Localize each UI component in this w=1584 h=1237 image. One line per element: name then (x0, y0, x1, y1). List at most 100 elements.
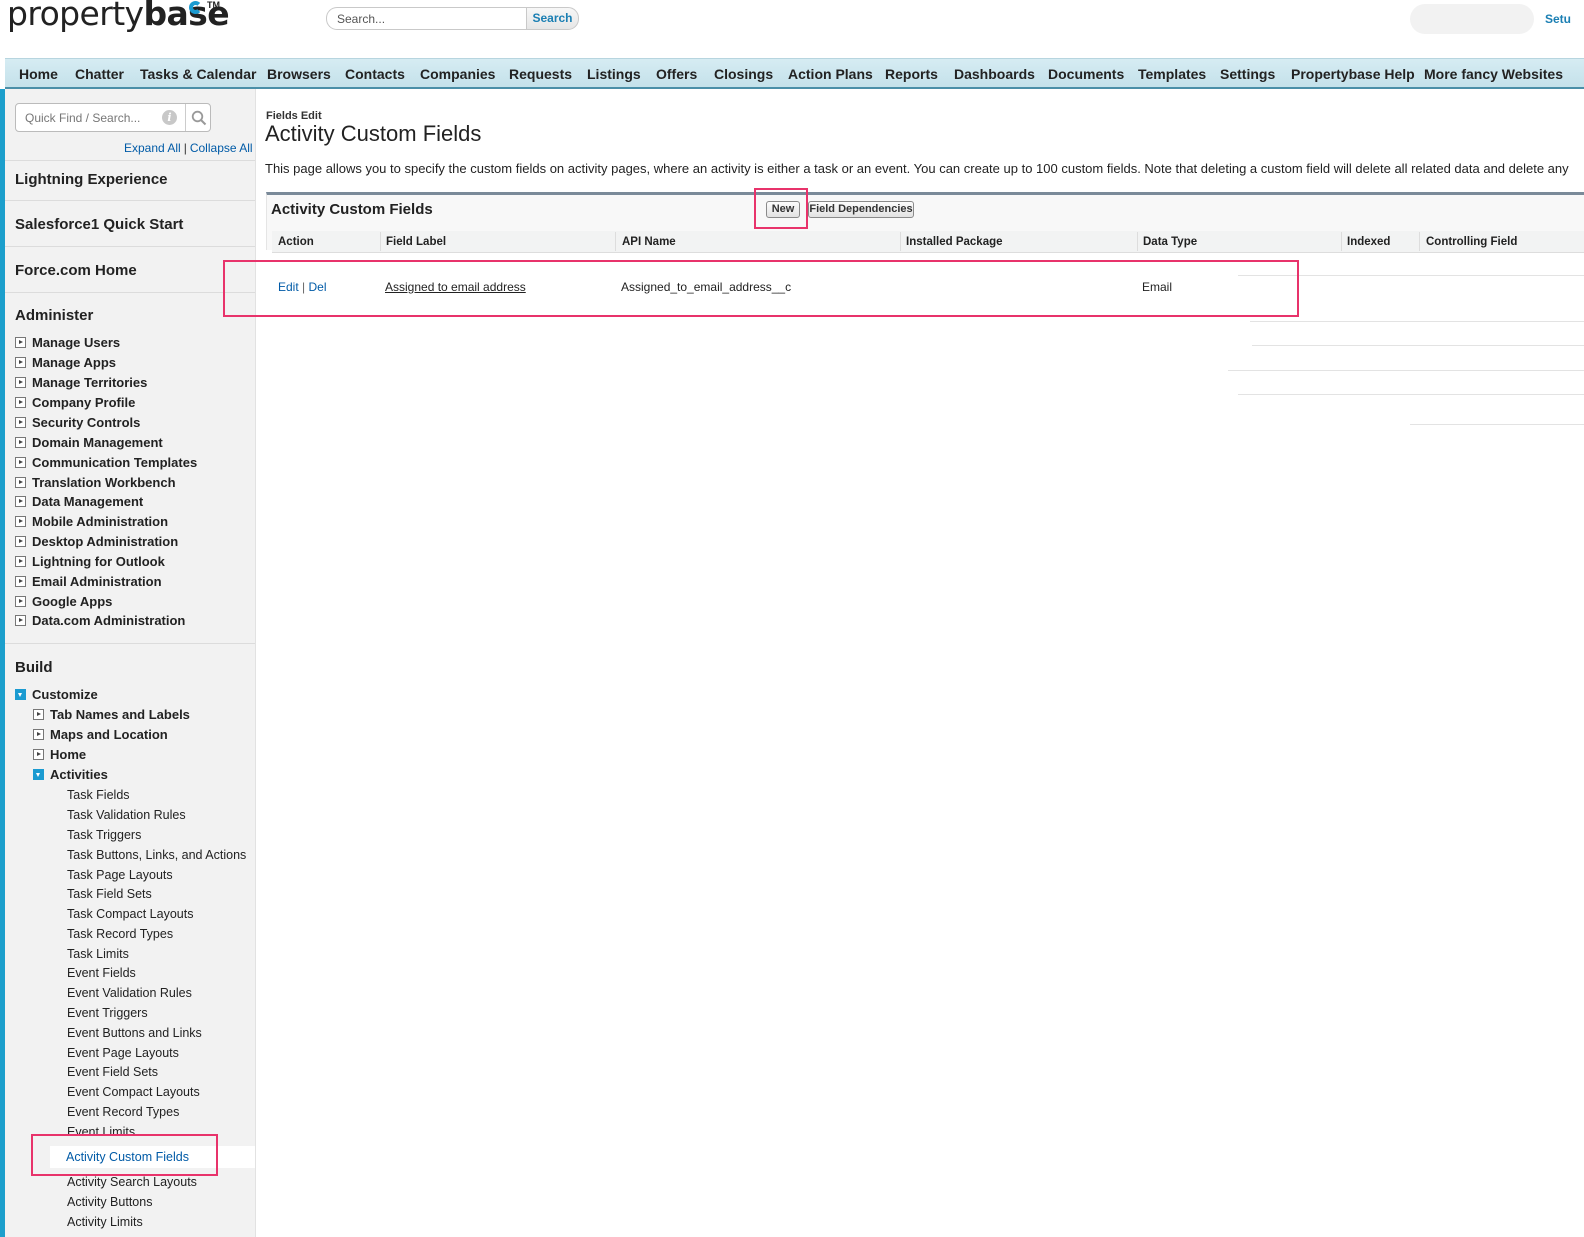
sidebar-item-mobile-administration[interactable]: Mobile Administration (32, 514, 168, 529)
collapse-toggle-icon[interactable] (33, 769, 44, 780)
sidebar-item-event-buttons-and-links[interactable]: Event Buttons and Links (67, 1026, 202, 1040)
sidebar-item-manage-apps[interactable]: Manage Apps (32, 355, 116, 370)
sidebar-item-google-apps[interactable]: Google Apps (32, 594, 112, 609)
info-icon[interactable]: i (162, 110, 177, 125)
quick-find-input[interactable] (17, 105, 183, 130)
delete-link[interactable]: Del (309, 280, 327, 294)
expand-toggle-icon[interactable] (33, 749, 44, 760)
sidebar-item-domain-management[interactable]: Domain Management (32, 435, 163, 450)
search-icon[interactable] (191, 110, 207, 126)
expand-toggle-icon[interactable] (15, 596, 26, 607)
expand-toggle-icon[interactable] (15, 576, 26, 587)
new-button[interactable]: New (766, 201, 800, 218)
sidebar-item-activity-search-layouts[interactable]: Activity Search Layouts (67, 1175, 197, 1189)
tab-tasks-calendar[interactable]: Tasks & Calendar (140, 59, 256, 88)
sidebar-force-com-home[interactable]: Force.com Home (15, 262, 137, 279)
sidebar-item-tab-names-and-labels[interactable]: Tab Names and Labels (50, 707, 190, 722)
expand-toggle-icon[interactable] (15, 536, 26, 547)
sidebar-item-activity-limits[interactable]: Activity Limits (67, 1215, 143, 1229)
sidebar-item-company-profile[interactable]: Company Profile (32, 395, 135, 410)
sidebar-item-data-com-administration[interactable]: Data.com Administration (32, 613, 185, 628)
sidebar-item-event-limits[interactable]: Event Limits (67, 1125, 135, 1139)
sidebar-item-communication-templates[interactable]: Communication Templates (32, 455, 197, 470)
expand-toggle-icon[interactable] (33, 729, 44, 740)
tab-dashboards[interactable]: Dashboards (954, 59, 1035, 88)
tab-propertybase-help[interactable]: Propertybase Help (1291, 59, 1415, 88)
tab-home[interactable]: Home (19, 59, 58, 88)
expand-toggle-icon[interactable] (15, 496, 26, 507)
tab-companies[interactable]: Companies (420, 59, 495, 88)
column-header-indexed[interactable]: Indexed (1347, 236, 1390, 248)
column-header-field-label[interactable]: Field Label (386, 236, 446, 248)
sidebar-item-desktop-administration[interactable]: Desktop Administration (32, 534, 178, 549)
expand-toggle-icon[interactable] (15, 477, 26, 488)
expand-toggle-icon[interactable] (15, 556, 26, 567)
sidebar-item-customize[interactable]: Customize (32, 687, 98, 702)
sidebar-item-event-field-sets[interactable]: Event Field Sets (67, 1065, 158, 1079)
expand-toggle-icon[interactable] (15, 417, 26, 428)
tab-browsers[interactable]: Browsers (267, 59, 331, 88)
sidebar-item-translation-workbench[interactable]: Translation Workbench (32, 475, 176, 490)
sidebar-item-data-management[interactable]: Data Management (32, 494, 143, 509)
sidebar-item-event-validation-rules[interactable]: Event Validation Rules (67, 986, 192, 1000)
global-search-input[interactable] (326, 7, 526, 30)
expand-toggle-icon[interactable] (15, 337, 26, 348)
tab-settings[interactable]: Settings (1220, 59, 1275, 88)
expand-toggle-icon[interactable] (33, 709, 44, 720)
expand-toggle-icon[interactable] (15, 615, 26, 626)
expand-toggle-icon[interactable] (15, 377, 26, 388)
tab-reports[interactable]: Reports (885, 59, 938, 88)
expand-toggle-icon[interactable] (15, 516, 26, 527)
sidebar-item-manage-territories[interactable]: Manage Territories (32, 375, 147, 390)
sidebar-item-lightning-for-outlook[interactable]: Lightning for Outlook (32, 554, 165, 569)
setup-link[interactable]: Setu (1545, 12, 1571, 26)
sidebar-item-task-fields[interactable]: Task Fields (67, 788, 130, 802)
collapse-toggle-icon[interactable] (15, 689, 26, 700)
search-button[interactable]: Search (526, 7, 579, 30)
tab-offers[interactable]: Offers (656, 59, 697, 88)
sidebar-item-email-administration[interactable]: Email Administration (32, 574, 162, 589)
sidebar-item-task-record-types[interactable]: Task Record Types (67, 927, 173, 941)
user-menu[interactable] (1410, 4, 1534, 34)
collapse-all-link[interactable]: Collapse All (190, 141, 253, 155)
tab-documents[interactable]: Documents (1048, 59, 1124, 88)
tab-more-fancy-websites[interactable]: More fancy Websites (1424, 59, 1563, 88)
column-header-api-name[interactable]: API Name (622, 236, 676, 248)
sidebar-item-maps-and-location[interactable]: Maps and Location (50, 727, 168, 742)
sidebar-lightning-experience[interactable]: Lightning Experience (15, 171, 168, 188)
tab-templates[interactable]: Templates (1138, 59, 1206, 88)
expand-toggle-icon[interactable] (15, 397, 26, 408)
sidebar-item-task-page-layouts[interactable]: Task Page Layouts (67, 868, 173, 882)
field-dependencies-button[interactable]: Field Dependencies (808, 201, 914, 218)
tab-listings[interactable]: Listings (587, 59, 641, 88)
field-label-link[interactable]: Assigned to email address (385, 280, 526, 294)
sidebar-item-home[interactable]: Home (50, 747, 86, 762)
expand-toggle-icon[interactable] (15, 457, 26, 468)
expand-toggle-icon[interactable] (15, 437, 26, 448)
sidebar-item-task-field-sets[interactable]: Task Field Sets (67, 887, 152, 901)
column-header-controlling-field[interactable]: Controlling Field (1426, 236, 1517, 248)
tab-contacts[interactable]: Contacts (345, 59, 405, 88)
expand-toggle-icon[interactable] (15, 357, 26, 368)
column-header-installed-package[interactable]: Installed Package (906, 236, 1003, 248)
sidebar-item-event-fields[interactable]: Event Fields (67, 966, 136, 980)
sidebar-item-event-record-types[interactable]: Event Record Types (67, 1105, 179, 1119)
sidebar-item-activities[interactable]: Activities (50, 767, 108, 782)
tab-closings[interactable]: Closings (714, 59, 773, 88)
sidebar-item-manage-users[interactable]: Manage Users (32, 335, 120, 350)
sidebar-item-task-triggers[interactable]: Task Triggers (67, 828, 141, 842)
tab-action-plans[interactable]: Action Plans (788, 59, 873, 88)
sidebar-salesforce1-quick-start[interactable]: Salesforce1 Quick Start (15, 216, 183, 233)
sidebar-item-event-page-layouts[interactable]: Event Page Layouts (67, 1046, 179, 1060)
sidebar-item-task-limits[interactable]: Task Limits (67, 947, 129, 961)
sidebar-item-security-controls[interactable]: Security Controls (32, 415, 140, 430)
expand-all-link[interactable]: Expand All (124, 141, 181, 155)
sidebar-item-activity-buttons[interactable]: Activity Buttons (67, 1195, 152, 1209)
tab-chatter[interactable]: Chatter (75, 59, 124, 88)
sidebar-item-task-compact-layouts[interactable]: Task Compact Layouts (67, 907, 193, 921)
sidebar-item-task-buttons-links-actions[interactable]: Task Buttons, Links, and Actions (67, 848, 246, 862)
sidebar-item-activity-custom-fields[interactable]: Activity Custom Fields (66, 1150, 189, 1164)
sidebar-item-event-triggers[interactable]: Event Triggers (67, 1006, 148, 1020)
column-header-data-type[interactable]: Data Type (1143, 236, 1197, 248)
tab-requests[interactable]: Requests (509, 59, 572, 88)
